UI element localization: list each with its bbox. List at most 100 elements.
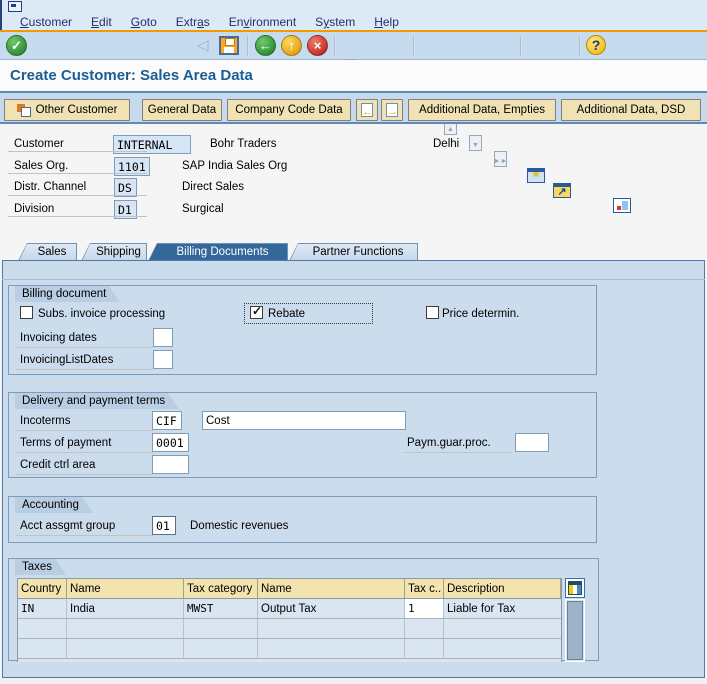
- system-menu-icon[interactable]: [8, 1, 22, 12]
- billing-document-group: Billing document Subs. invoice processin…: [8, 285, 597, 375]
- taxes-group: Taxes Country Name Tax category Name Tax…: [8, 558, 599, 662]
- standard-toolbar: ✓ ≡ ◁ ← ↑ × + ◄◄ ▲ ▼ ►► * ↗ ?: [0, 32, 707, 213]
- taxes-empty-row-partial: [18, 659, 561, 662]
- table-settings-icon[interactable]: [565, 578, 585, 598]
- credit-ctrl-area-input[interactable]: [152, 455, 189, 474]
- field-underline: [8, 151, 147, 152]
- menu-bar: Customer Edit Goto Extras Environment Sy…: [0, 14, 707, 30]
- rebate-focus-rect: Rebate: [244, 303, 373, 324]
- terms-of-payment-label: Terms of payment: [16, 434, 153, 453]
- field-underline: [8, 195, 147, 196]
- other-customer-button[interactable]: Other Customer: [4, 99, 130, 121]
- menu-customer[interactable]: Customer: [20, 15, 72, 29]
- customer-label: Customer: [14, 138, 64, 150]
- taxes-empty-row: [18, 639, 561, 659]
- column-header-name: Name: [67, 579, 184, 598]
- column-header-tax-classification: Tax c..: [405, 579, 444, 598]
- paym-guar-proc-label: Paym.guar.proc.: [403, 434, 511, 453]
- distr-channel-label: Distr. Channel: [14, 181, 87, 193]
- division-label: Division: [14, 203, 55, 215]
- rebate-label: Rebate: [268, 308, 306, 320]
- distr-channel-desc: Direct Sales: [182, 181, 244, 193]
- scrollbar-thumb[interactable]: [567, 601, 583, 660]
- division-desc: Surgical: [182, 203, 224, 215]
- acct-assgmt-group-input[interactable]: 01: [152, 516, 176, 535]
- menu-environment[interactable]: Environment: [229, 15, 296, 29]
- back-icon[interactable]: ←: [255, 35, 276, 56]
- taxes-empty-row: [18, 619, 561, 639]
- invoicing-dates-input[interactable]: [153, 328, 173, 347]
- taxes-scrollbar[interactable]: [565, 599, 585, 662]
- price-determin-checkbox[interactable]: [426, 306, 439, 319]
- panel-divider: [2, 279, 705, 280]
- cell-country[interactable]: IN: [18, 599, 67, 618]
- cell-tax-classification-input[interactable]: 1: [405, 599, 444, 618]
- last-page-icon[interactable]: ►►: [494, 151, 507, 167]
- tab-shipping[interactable]: Shipping: [81, 243, 147, 261]
- customize-layout-icon[interactable]: [613, 198, 631, 213]
- incoterms-label: Incoterms: [16, 412, 153, 431]
- application-toolbar: Other Customer General Data Company Code…: [0, 91, 707, 124]
- menu-extras[interactable]: Extras: [176, 15, 210, 29]
- billing-document-caption: Billing document: [15, 286, 121, 302]
- additional-data-dsd-button[interactable]: Additional Data, DSD: [561, 99, 701, 121]
- subs-invoice-processing-checkbox[interactable]: [20, 306, 33, 319]
- new-session-icon[interactable]: *: [527, 168, 545, 186]
- toolbar-separator: [334, 36, 336, 56]
- company-code-data-button[interactable]: Company Code Data: [227, 99, 351, 121]
- toolbar-separator: [247, 36, 249, 56]
- menu-help[interactable]: Help: [374, 15, 399, 29]
- rebate-checkbox[interactable]: [250, 304, 263, 319]
- cancel-icon[interactable]: ×: [307, 35, 328, 56]
- collapse-toolbar-icon[interactable]: ◁: [197, 38, 209, 53]
- incoterms-text-input[interactable]: Cost: [202, 411, 406, 430]
- toolbar-separator: [579, 36, 581, 56]
- menu-edit[interactable]: Edit: [91, 15, 112, 29]
- terms-of-payment-input[interactable]: 0001: [152, 433, 189, 452]
- toolbar-separator: [413, 36, 415, 56]
- cell-description[interactable]: Liable for Tax: [444, 599, 561, 618]
- field-underline: [8, 173, 147, 174]
- next-page-icon[interactable]: ▼: [469, 135, 482, 151]
- cell-tax-category[interactable]: MWST: [184, 599, 258, 618]
- create-shortcut-icon[interactable]: ↗: [553, 183, 571, 198]
- field-underline: [8, 216, 147, 217]
- save-icon[interactable]: [219, 36, 239, 55]
- tab-partner-functions[interactable]: Partner Functions: [289, 243, 418, 261]
- tab-billing-documents[interactable]: Billing Documents: [148, 243, 288, 261]
- taxes-header-row: Country Name Tax category Name Tax c.. D…: [18, 579, 561, 599]
- sales-org-label: Sales Org.: [14, 160, 69, 172]
- column-header-country: Country: [18, 579, 67, 598]
- tab-sales[interactable]: Sales: [18, 243, 77, 261]
- acct-assgmt-group-label: Acct assgmt group: [16, 517, 153, 536]
- taxes-table: Country Name Tax category Name Tax c.. D…: [17, 578, 562, 662]
- subs-invoice-processing-label: Subs. invoice processing: [38, 308, 166, 320]
- other-customer-icon: [16, 103, 31, 117]
- previous-screen-icon: ←: [361, 103, 373, 118]
- additional-data-empties-button[interactable]: Additional Data, Empties: [408, 99, 556, 121]
- next-screen-button[interactable]: →: [381, 99, 403, 121]
- menu-system[interactable]: System: [315, 15, 355, 29]
- general-data-button[interactable]: General Data: [142, 99, 222, 121]
- incoterms-input[interactable]: CIF: [152, 411, 182, 430]
- taxes-caption: Taxes: [15, 559, 67, 575]
- delivery-payment-caption: Delivery and payment terms: [15, 393, 180, 409]
- cell-country-name[interactable]: India: [67, 599, 184, 618]
- paym-guar-proc-input[interactable]: [515, 433, 549, 452]
- next-screen-icon: →: [386, 103, 398, 118]
- price-determin-label: Price determin.: [442, 308, 520, 320]
- accounting-caption: Accounting: [15, 497, 93, 513]
- exit-icon[interactable]: ↑: [281, 35, 302, 56]
- status-bar: [0, 678, 707, 684]
- column-header-name2: Name: [258, 579, 405, 598]
- menu-goto[interactable]: Goto: [131, 15, 157, 29]
- cell-tax-category-name[interactable]: Output Tax: [258, 599, 405, 618]
- delivery-payment-group: Delivery and payment terms Incoterms CIF…: [8, 392, 597, 478]
- previous-screen-button[interactable]: ←: [356, 99, 378, 121]
- help-icon[interactable]: ?: [586, 35, 606, 55]
- window-top-strip: [0, 0, 707, 14]
- enter-icon[interactable]: ✓: [6, 35, 27, 56]
- invoicing-list-dates-input[interactable]: [153, 350, 173, 369]
- credit-ctrl-area-label: Credit ctrl area: [16, 456, 153, 475]
- sales-org-desc: SAP India Sales Org: [182, 160, 288, 172]
